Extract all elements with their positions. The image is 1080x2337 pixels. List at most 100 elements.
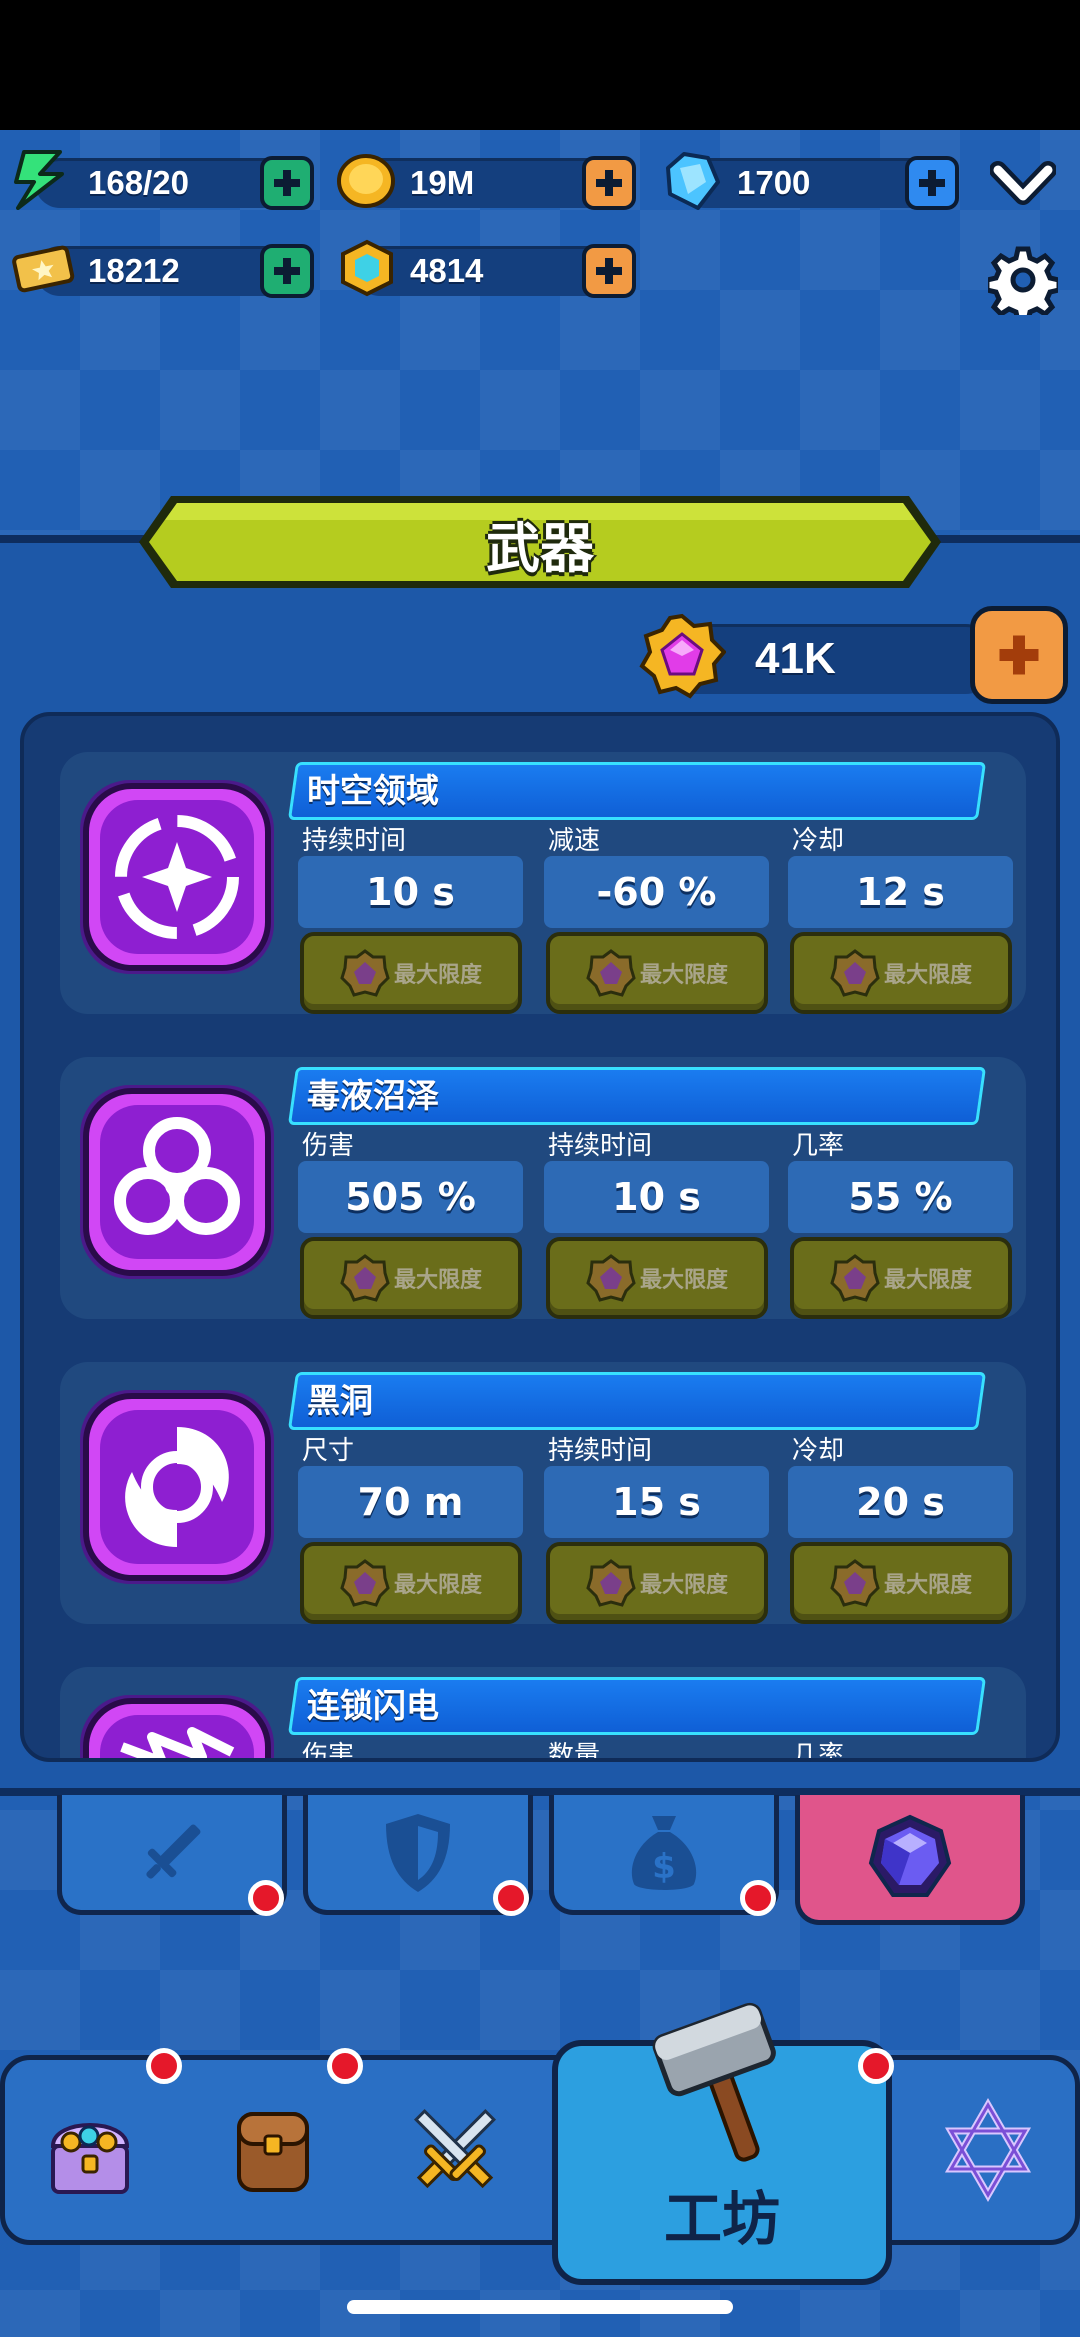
plus-icon	[274, 170, 300, 196]
nav-backpack[interactable]	[193, 2075, 353, 2225]
backpack-icon	[237, 2112, 309, 2192]
page-title: 武器	[486, 517, 594, 580]
time-space-icon[interactable]	[72, 772, 282, 982]
skill-name: 毒液沼泽	[307, 1076, 439, 1115]
chevron-down-icon[interactable]	[990, 158, 1056, 208]
plus-icon	[274, 258, 300, 284]
nav-special[interactable]	[908, 2075, 1068, 2225]
skills-panel[interactable]: 时空领域 持续时间 10 s 最大限度 减速 -60 % 最大限度 冷却 12 …	[20, 712, 1060, 1762]
max-level-label: 最大限度	[393, 1573, 482, 1598]
notification-dot	[248, 1880, 284, 1916]
coins-value: 19M	[410, 164, 475, 201]
max-level-button[interactable]: 最大限度	[546, 1237, 768, 1319]
max-level-button[interactable]: 最大限度	[300, 1237, 522, 1319]
stat-value: 10 s	[544, 1161, 769, 1233]
status-bar	[0, 0, 1080, 130]
svg-text:$: $	[652, 1847, 676, 1887]
max-level-label: 最大限度	[883, 963, 972, 988]
star-of-david-icon	[944, 2098, 1032, 2202]
stat-label: 持续时间	[302, 826, 407, 856]
max-level-label: 最大限度	[883, 1573, 972, 1598]
skill-card: 毒液沼泽 伤害 505 % 最大限度 持续时间 10 s 最大限度 几率 55 …	[60, 1057, 1026, 1319]
max-level-button[interactable]: 最大限度	[790, 1542, 1012, 1624]
purple-gem-icon	[340, 1254, 390, 1302]
stat-label: 减速	[548, 826, 601, 856]
purple-gem-icon	[830, 1559, 880, 1607]
purple-gem-icon	[586, 949, 636, 997]
black-hole-icon[interactable]	[72, 1382, 282, 1592]
plus-icon	[919, 170, 945, 196]
diamond-icon	[666, 152, 720, 210]
plus-icon	[596, 170, 622, 196]
chain-lightning-icon[interactable]	[72, 1687, 282, 1762]
stat-value: 15 s	[544, 1466, 769, 1538]
add-diamonds-button[interactable]	[905, 156, 959, 210]
plus-icon	[999, 635, 1039, 675]
tickets-value: 18212	[88, 252, 180, 289]
biohazard-icon[interactable]	[72, 1077, 282, 1287]
max-level-label: 最大限度	[639, 963, 728, 988]
skill-card: 黑洞 尺寸 70 m 最大限度 持续时间 15 s 最大限度 冷却 20 s 最…	[60, 1362, 1026, 1624]
stat-label: 持续时间	[548, 1131, 653, 1161]
max-level-label: 最大限度	[393, 963, 482, 988]
tab-gems[interactable]	[795, 1795, 1025, 1925]
max-level-label: 最大限度	[393, 1268, 482, 1293]
max-level-button[interactable]: 最大限度	[300, 932, 522, 1014]
stat-label: 冷却	[792, 826, 845, 856]
purple-gem-icon	[340, 949, 390, 997]
max-level-button[interactable]: 最大限度	[790, 932, 1012, 1014]
coin-icon	[337, 154, 395, 208]
ticket-icon	[12, 245, 75, 293]
max-level-button[interactable]: 最大限度	[300, 1542, 522, 1624]
skill-name: 黑洞	[307, 1381, 373, 1420]
purple-gem-icon	[340, 1559, 390, 1607]
skill-name-banner: 黑洞	[287, 1372, 987, 1430]
gem-coin-icon	[341, 239, 393, 297]
skill-card: 连锁闪电 伤害 数量 几率	[60, 1667, 1026, 1762]
purple-gem-icon	[868, 1814, 952, 1897]
nav-battle[interactable]	[375, 2075, 535, 2225]
hammer-icon	[652, 2002, 776, 2162]
skill-name: 时空领域	[307, 771, 439, 810]
lightning-icon	[14, 150, 64, 210]
max-level-label: 最大限度	[639, 1268, 728, 1293]
energy-value: 168/20	[88, 164, 189, 201]
upgrade-currency-value: 41K	[755, 634, 836, 683]
stat-label: 伤害	[302, 1741, 355, 1762]
plus-icon	[596, 258, 622, 284]
skill-card: 时空领域 持续时间 10 s 最大限度 减速 -60 % 最大限度 冷却 12 …	[60, 752, 1026, 1014]
add-gems-button[interactable]	[582, 244, 636, 298]
purple-gem-icon	[639, 613, 726, 699]
stat-value: 12 s	[788, 856, 1013, 928]
stat-label: 伤害	[302, 1131, 355, 1161]
skill-name-banner: 毒液沼泽	[287, 1067, 987, 1125]
crossed-swords-icon	[413, 2108, 497, 2189]
stat-value: 505 %	[298, 1161, 523, 1233]
add-coins-button[interactable]	[582, 156, 636, 210]
add-upgrade-currency-button[interactable]	[970, 606, 1068, 704]
purple-gem-icon	[586, 1254, 636, 1302]
max-level-button[interactable]: 最大限度	[790, 1237, 1012, 1319]
home-indicator	[347, 2300, 733, 2314]
add-tickets-button[interactable]	[260, 244, 314, 298]
stat-label: 尺寸	[302, 1436, 355, 1466]
notification-dot	[858, 2048, 894, 2084]
stat-label: 冷却	[792, 1436, 845, 1466]
stat-value: 70 m	[298, 1466, 523, 1538]
skill-name-banner: 时空领域	[287, 762, 987, 820]
add-energy-button[interactable]	[260, 156, 314, 210]
sword-icon	[146, 1824, 201, 1879]
max-level-button[interactable]: 最大限度	[546, 1542, 768, 1624]
notification-dot	[327, 2048, 363, 2084]
stat-label: 几率	[792, 1131, 845, 1161]
nav-workshop-label: 工坊	[663, 2185, 780, 2253]
max-level-label: 最大限度	[883, 1268, 972, 1293]
gear-icon[interactable]	[988, 245, 1058, 315]
notification-dot	[493, 1880, 529, 1916]
max-level-button[interactable]: 最大限度	[546, 932, 768, 1014]
stat-value: -60 %	[544, 856, 769, 928]
purple-gem-icon	[830, 1254, 880, 1302]
skill-name-banner: 连锁闪电	[287, 1677, 987, 1735]
nav-treasure[interactable]	[10, 2075, 170, 2225]
purple-gem-icon	[830, 949, 880, 997]
